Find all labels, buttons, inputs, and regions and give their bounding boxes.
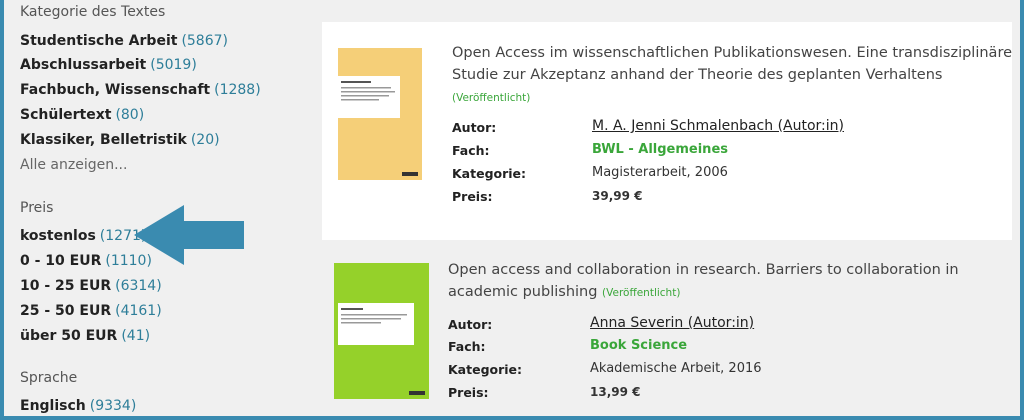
author-link-1[interactable]: M. A. Jenni Schmalenbach (Autor:in)	[592, 118, 844, 134]
price-value-1: 39,99 €	[592, 189, 643, 203]
facet-item-abschlussarbeit[interactable]: Abschlussarbeit (5019)	[20, 57, 197, 73]
facet-item-price-10-25[interactable]: 10 - 25 EUR (6314)	[20, 278, 162, 294]
facet-item-price-0-10[interactable]: 0 - 10 EUR (1110)	[20, 253, 152, 269]
category-value-1: Magisterarbeit, 2006	[592, 165, 728, 180]
price-label-1: Preis:	[452, 189, 493, 204]
subject-link-1[interactable]: BWL - Allgemeines	[592, 142, 728, 157]
cover-label-2	[338, 303, 414, 345]
result-card-2: Open access and collaboration in researc…	[334, 255, 1014, 415]
price-label-2: Preis:	[448, 385, 489, 400]
cover-text-lines-icon	[341, 81, 395, 101]
book-cover-1[interactable]	[338, 48, 422, 180]
status-badge-1: (Veröffentlicht)	[452, 92, 531, 104]
author-link-2[interactable]: Anna Severin (Autor:in)	[590, 315, 754, 331]
subject-label-2: Fach:	[448, 339, 486, 354]
author-label-1: Autor:	[452, 120, 497, 135]
result-title-2[interactable]: Open access and collaboration in researc…	[448, 259, 1008, 304]
facet-title-price: Preis	[20, 200, 54, 216]
facet-item-klassiker[interactable]: Klassiker, Belletristik (20)	[20, 132, 220, 148]
facet-item-price-over-50[interactable]: über 50 EUR (41)	[20, 328, 150, 344]
facet-item-studentische-arbeit[interactable]: Studentische Arbeit (5867)	[20, 33, 228, 49]
price-value-2: 13,99 €	[590, 385, 641, 399]
facet-item-price-25-50[interactable]: 25 - 50 EUR (4161)	[20, 303, 162, 319]
status-badge-2: (Veröffentlicht)	[602, 287, 681, 299]
category-label-1: Kategorie:	[452, 166, 527, 181]
category-label-2: Kategorie:	[448, 362, 523, 377]
cover-text-lines-icon	[341, 308, 407, 324]
show-all-link[interactable]: Alle anzeigen...	[20, 157, 127, 173]
subject-label-1: Fach:	[452, 143, 490, 158]
book-cover-2[interactable]	[334, 263, 429, 399]
facet-item-schuelertext[interactable]: Schülertext (80)	[20, 107, 144, 123]
facet-title-category: Kategorie des Textes	[20, 4, 166, 20]
facet-item-kostenlos[interactable]: kostenlos (1271)	[20, 228, 146, 244]
cover-label-1	[338, 76, 400, 118]
publisher-logo-icon	[409, 391, 425, 395]
result-card-1: Open Access im wissenschaftlichen Publik…	[322, 22, 1012, 240]
annotation-arrow-icon	[134, 205, 244, 265]
result-title-1[interactable]: Open Access im wissenschaftlichen Publik…	[452, 42, 1012, 86]
subject-link-2[interactable]: Book Science	[590, 338, 687, 353]
page-frame: Kategorie des Textes Studentische Arbeit…	[4, 0, 1020, 416]
category-value-2: Akademische Arbeit, 2016	[590, 361, 762, 376]
author-label-2: Autor:	[448, 317, 493, 332]
publisher-logo-icon	[402, 172, 418, 176]
facet-item-englisch[interactable]: Englisch (9334)	[20, 398, 136, 414]
facet-item-fachbuch[interactable]: Fachbuch, Wissenschaft (1288)	[20, 82, 261, 98]
facet-title-language: Sprache	[20, 370, 78, 386]
